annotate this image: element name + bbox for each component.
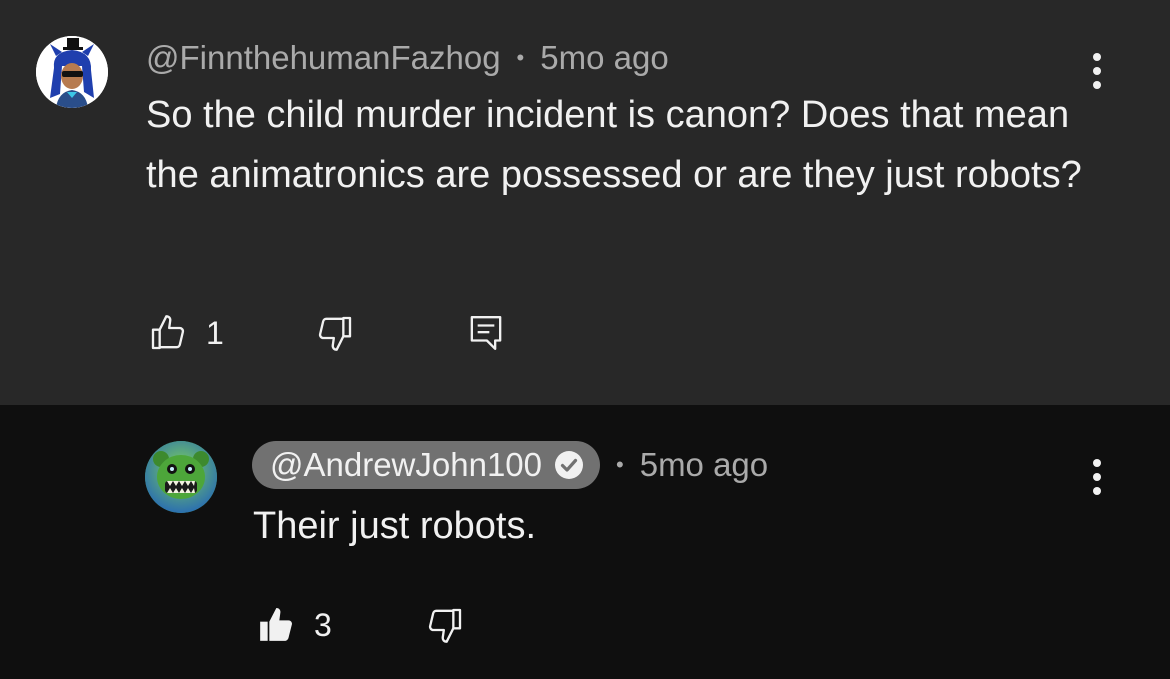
dislike-button[interactable] (425, 605, 465, 645)
reply-meta: @AndrewJohn100 • 5mo ago (252, 441, 768, 489)
thumbs-up-outline-icon (151, 315, 185, 350)
like-count: 3 (314, 606, 332, 643)
like-button[interactable]: 3 (256, 605, 332, 645)
comment-author[interactable]: @FinnthehumanFazhog (146, 39, 501, 77)
thumbs-down-outline-icon (318, 316, 352, 351)
reply-text: Their just robots. (253, 505, 536, 547)
verified-check-icon (555, 451, 584, 479)
like-count: 1 (206, 314, 224, 351)
dislike-button[interactable] (315, 313, 355, 353)
reply-button[interactable] (466, 313, 506, 353)
meta-separator: • (616, 452, 624, 477)
thumbs-down-outline-icon (428, 608, 462, 643)
avatar-image (36, 36, 108, 108)
thumbs-up-filled-icon (260, 608, 292, 641)
reply-timestamp[interactable]: 5mo ago (640, 446, 768, 484)
reply-author-pill[interactable]: @AndrewJohn100 (252, 441, 601, 489)
avatar-image (145, 441, 217, 513)
reply-avatar[interactable] (145, 441, 217, 513)
like-button[interactable]: 1 (148, 313, 224, 353)
comment-meta: @FinnthehumanFazhog • 5mo ago (146, 36, 669, 80)
comment-timestamp[interactable]: 5mo ago (540, 39, 668, 77)
reply-author: @AndrewJohn100 (270, 446, 543, 483)
commenter-avatar[interactable] (36, 36, 108, 108)
meta-separator: • (516, 45, 525, 70)
comment-reply-icon (470, 316, 502, 350)
comment-text: So the child murder incident is canon? D… (146, 94, 1082, 196)
more-vertical-icon[interactable] (1089, 458, 1105, 498)
